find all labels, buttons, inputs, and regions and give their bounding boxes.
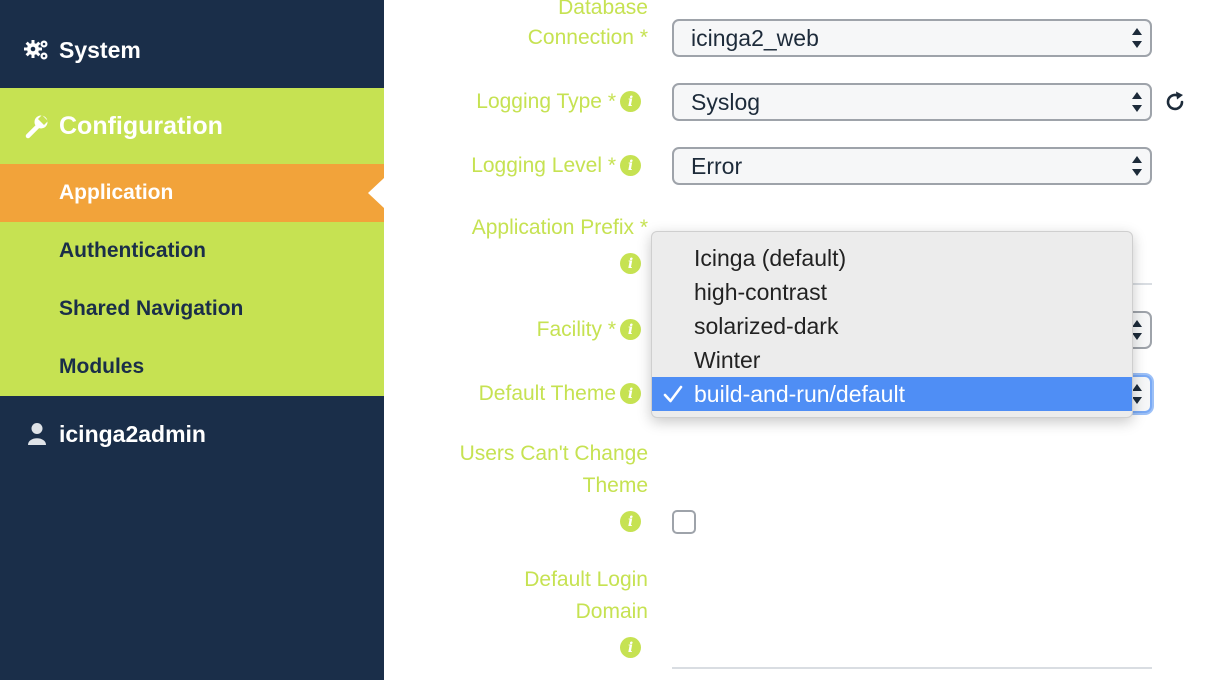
- select-arrows-icon: [1132, 28, 1142, 48]
- sidebar-item-modules[interactable]: Modules: [0, 338, 384, 396]
- database-connection-value: icinga2_web: [691, 24, 819, 51]
- sidebar-item-user[interactable]: icinga2admin: [0, 410, 384, 458]
- logging-level-value: Error: [691, 152, 743, 179]
- theme-option-label: Winter: [694, 346, 761, 373]
- info-icon[interactable]: i: [620, 155, 641, 176]
- application-prefix-input-underline[interactable]: [1132, 283, 1152, 285]
- database-connection-label-line2: Connection *: [527, 26, 648, 49]
- users-cant-change-theme-label-line2: Theme: [582, 474, 648, 497]
- info-icon[interactable]: i: [620, 319, 641, 340]
- application-prefix-label: Application Prefix *: [471, 216, 648, 239]
- user-icon: [24, 421, 50, 447]
- sidebar-item-application[interactable]: Application: [0, 164, 384, 222]
- theme-option-label: Icinga (default): [694, 244, 847, 271]
- select-arrows-icon: [1132, 156, 1142, 176]
- default-theme-dropdown-menu: Icinga (default) high-contrast solarized…: [651, 231, 1133, 418]
- theme-option-icinga-default[interactable]: Icinga (default): [652, 241, 1132, 275]
- default-login-domain-label-line1: Default Login: [524, 568, 648, 591]
- refresh-icon[interactable]: [1163, 90, 1187, 114]
- sidebar: System Configuration Application Authent…: [0, 0, 384, 680]
- sidebar-item-label: Modules: [59, 355, 145, 378]
- sidebar-item-label: System: [59, 36, 141, 63]
- sidebar-item-shared-navigation[interactable]: Shared Navigation: [0, 280, 384, 338]
- theme-option-winter[interactable]: Winter: [652, 343, 1132, 377]
- info-icon[interactable]: i: [620, 637, 641, 658]
- logging-type-select[interactable]: Syslog: [672, 83, 1152, 121]
- theme-option-solarized-dark[interactable]: solarized-dark: [652, 309, 1132, 343]
- sidebar-item-label: Configuration: [59, 111, 223, 140]
- select-arrows-icon: [1132, 92, 1142, 112]
- sidebar-item-label: icinga2admin: [59, 420, 206, 447]
- database-connection-label-line1: Database: [558, 0, 648, 19]
- default-login-domain-input-underline[interactable]: [672, 667, 1152, 669]
- theme-option-build-and-run-default[interactable]: build-and-run/default: [652, 377, 1132, 411]
- default-theme-label: Default Theme: [478, 382, 616, 405]
- sidebar-item-label: Authentication: [59, 239, 206, 262]
- active-indicator: [368, 178, 384, 208]
- sidebar-item-label: Shared Navigation: [59, 297, 244, 320]
- logging-type-value: Syslog: [691, 88, 761, 115]
- theme-option-label: solarized-dark: [694, 312, 839, 339]
- theme-option-label: high-contrast: [694, 278, 827, 305]
- logging-type-label: Logging Type *: [476, 90, 616, 113]
- wrench-icon: [24, 113, 50, 139]
- info-icon[interactable]: i: [620, 511, 641, 532]
- default-login-domain-label-line2: Domain: [575, 600, 648, 623]
- logging-level-select[interactable]: Error: [672, 147, 1152, 185]
- sidebar-item-label: Application: [59, 181, 174, 204]
- database-connection-select[interactable]: icinga2_web: [672, 19, 1152, 57]
- users-cant-change-theme-label-line1: Users Can't Change: [459, 442, 648, 465]
- facility-label: Facility *: [536, 318, 616, 341]
- sidebar-item-configuration[interactable]: Configuration: [0, 88, 384, 164]
- info-icon[interactable]: i: [620, 91, 641, 112]
- theme-option-high-contrast[interactable]: high-contrast: [652, 275, 1132, 309]
- info-icon[interactable]: i: [620, 253, 641, 274]
- theme-option-label: build-and-run/default: [694, 380, 905, 407]
- sidebar-item-system[interactable]: System: [0, 20, 384, 80]
- checkmark-icon: [663, 385, 683, 403]
- users-cant-change-theme-checkbox[interactable]: [672, 510, 696, 534]
- logging-level-label: Logging Level *: [471, 154, 616, 177]
- sidebar-item-authentication[interactable]: Authentication: [0, 222, 384, 280]
- info-icon[interactable]: i: [620, 383, 641, 404]
- gears-icon: [24, 37, 50, 63]
